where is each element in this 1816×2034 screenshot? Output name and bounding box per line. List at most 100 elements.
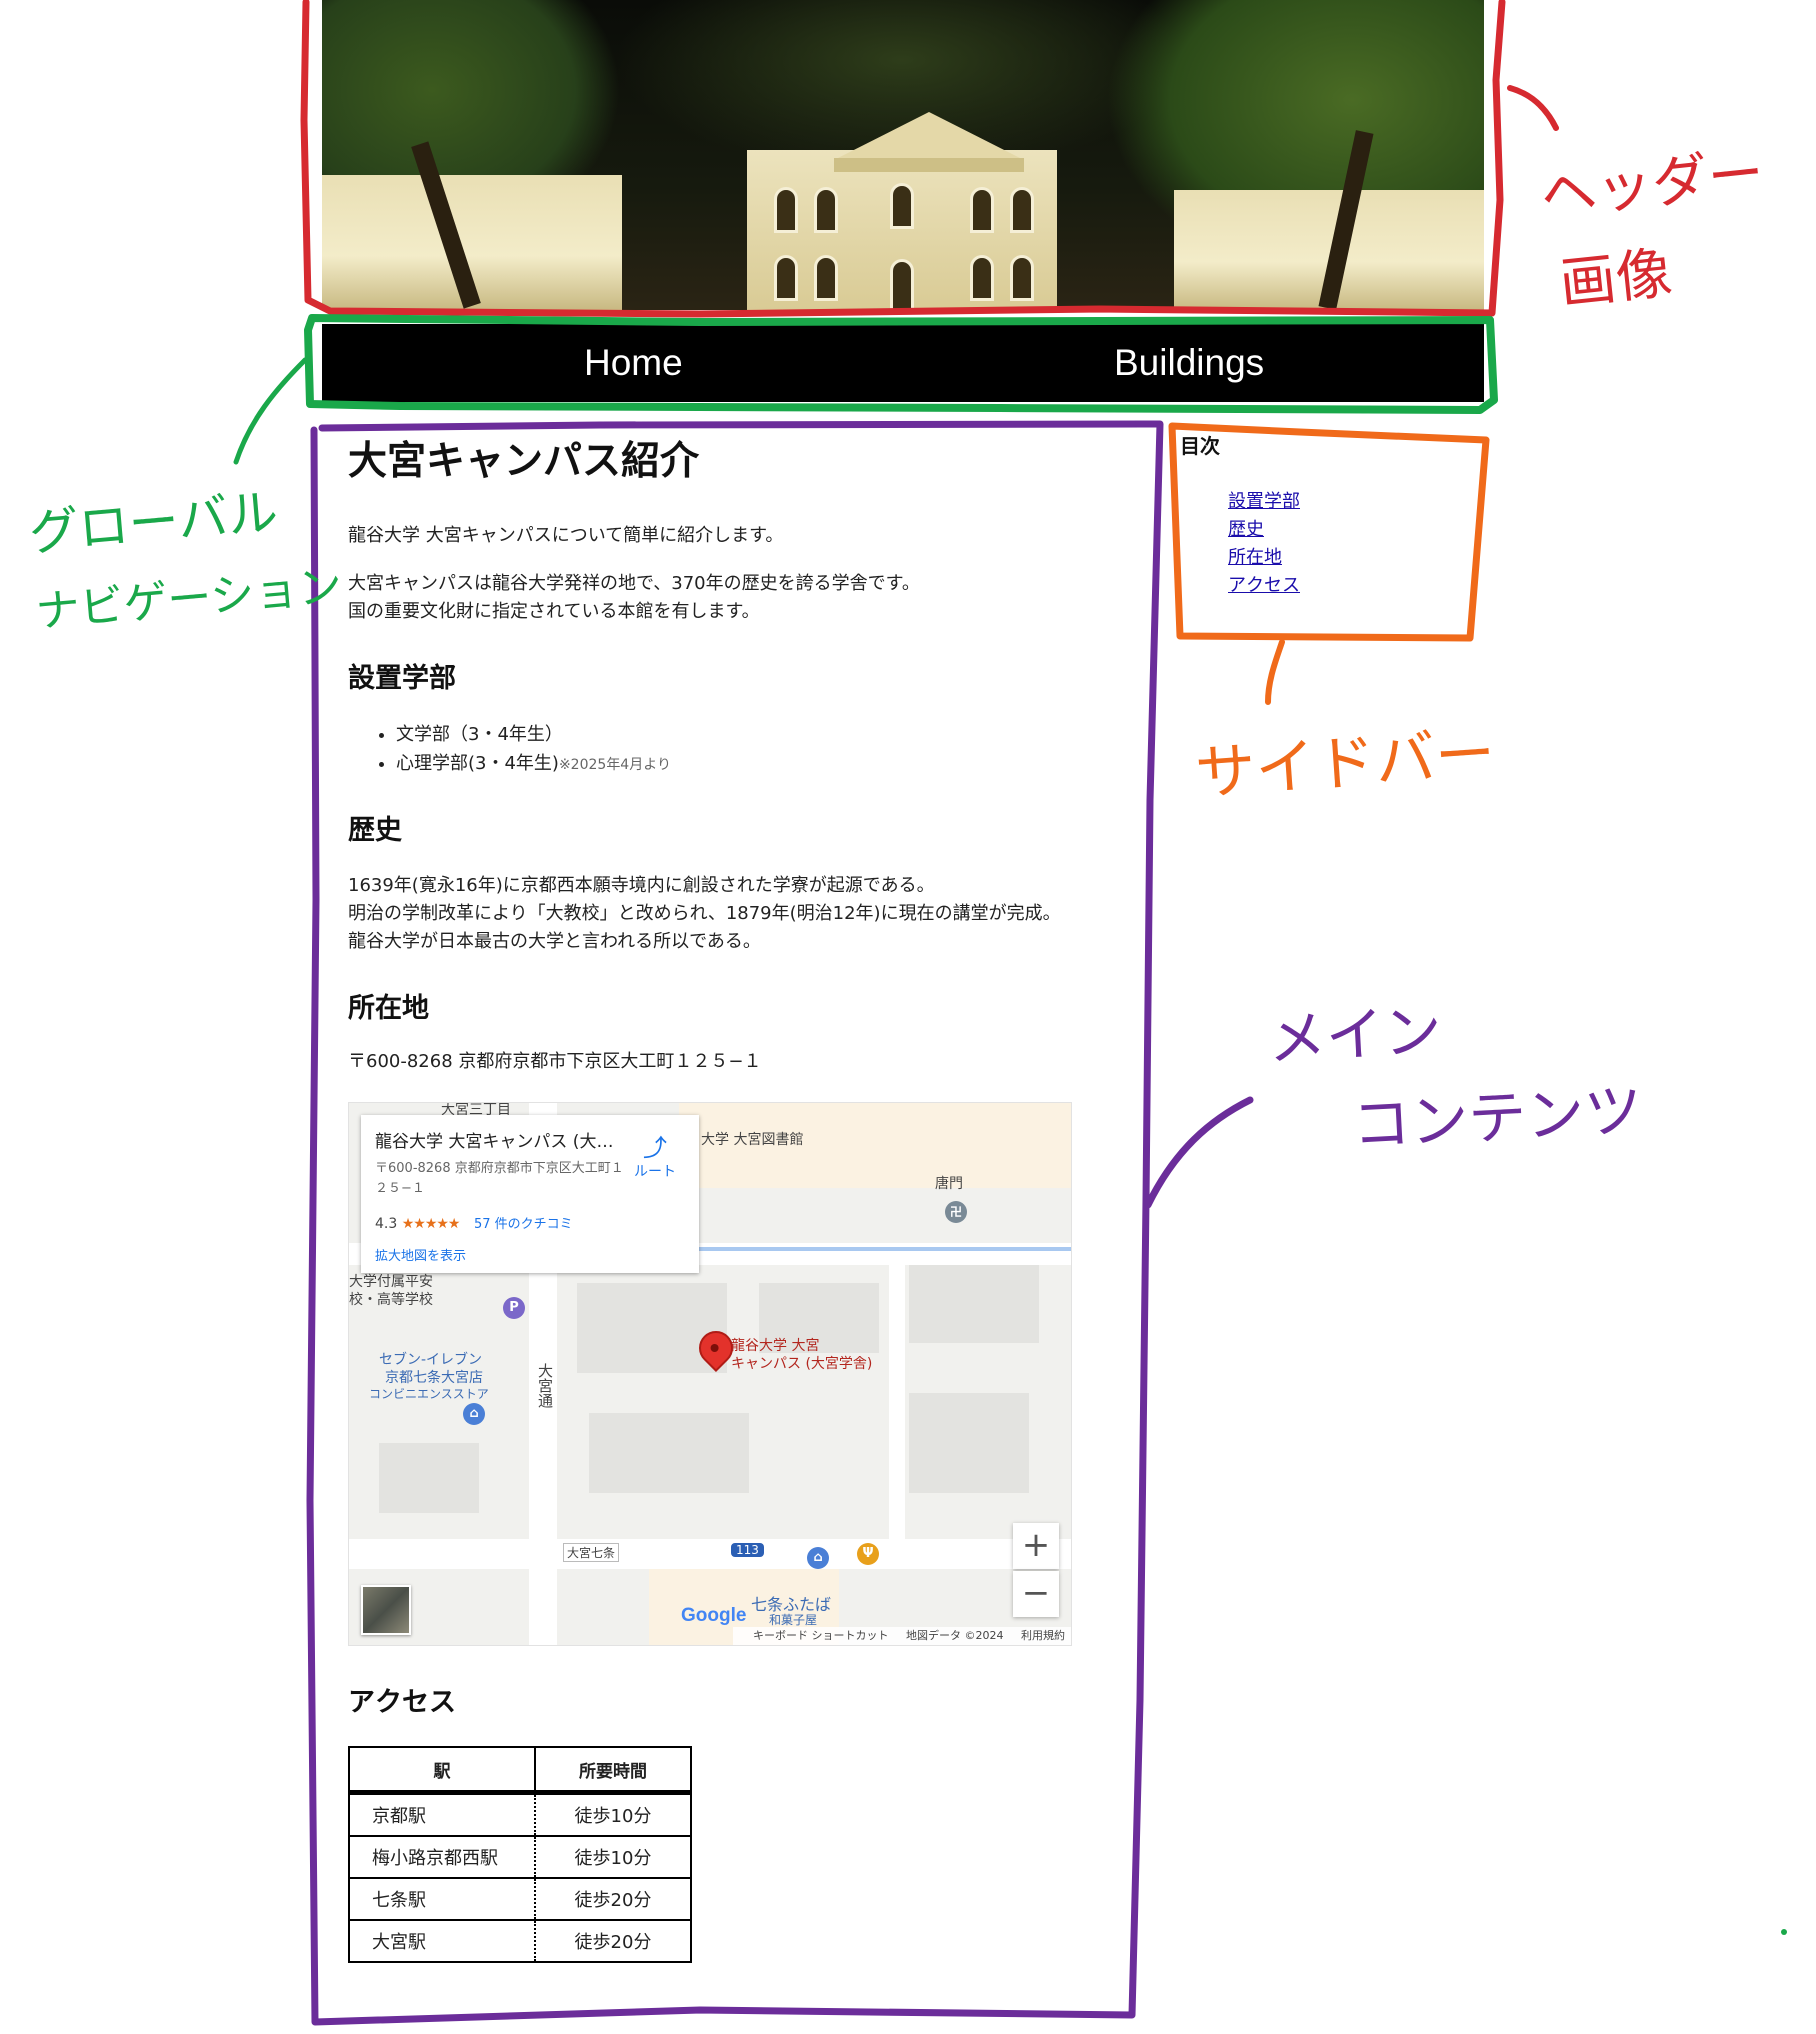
toc-link-access[interactable]: アクセス [1228,575,1300,596]
shop-icon[interactable]: ⌂ [807,1547,829,1569]
faculties-heading: 設置学部 [348,663,456,694]
store-icon[interactable]: ⌂ [463,1403,485,1425]
station-cell: 大宮駅 [349,1919,536,1962]
map-road-shichijo [349,1539,1071,1569]
google-logo: Google [681,1605,747,1626]
map-card-address: 〒600-8268 京都府京都市下京区大工町１２５−１ [375,1161,624,1196]
nav-home-link[interactable]: Home [584,324,683,402]
map-label: 大宮七条 [563,1543,620,1562]
faculty-note: ※2025年4月より [558,757,671,773]
view-larger-map-link[interactable]: 拡大地図を表示 [375,1245,466,1264]
zoom-in-button[interactable]: + [1013,1523,1059,1569]
sidebar-annotation-label: サイドバー [1193,718,1498,810]
building-window [817,190,835,230]
map-data-text: 地図データ ©2024 [906,1629,1004,1642]
column-header: 所要時間 [534,1746,692,1795]
restaurant-icon[interactable]: Ψ [857,1543,879,1565]
building-window [973,258,991,298]
building-window [777,190,795,230]
table-row: 大宮駅 徒歩20分 [349,1919,691,1962]
table-header-row: 駅 所要時間 [348,1746,692,1795]
faculty-item: 文学部（3・4年生） [396,720,671,749]
time-cell: 徒歩10分 [535,1791,691,1836]
toc-title: 目次 [1180,434,1220,458]
access-heading: アクセス [348,1687,456,1718]
map-label: 大学付属平安 [349,1274,433,1290]
time-cell: 徒歩10分 [535,1835,691,1878]
building-window [1013,190,1031,230]
building-window [1013,258,1031,298]
directions-icon: ⤴ [643,1134,667,1162]
main-annotation-label: メイン コンテンツ [1266,975,1645,1174]
rating-value: 4.3 [375,1216,398,1232]
map-card-title: 龍谷大学 大宮キャンパス (大… [375,1132,614,1152]
history-line-3: 龍谷大学が日本最古の大学と言われる所以である。 [348,931,761,952]
map-pin-label: キャンパス (大宮学舎) [731,1356,873,1372]
toc-item: アクセス [1228,572,1300,600]
keyboard-shortcuts-link[interactable]: キーボード ショートカット [753,1629,889,1642]
google-map[interactable]: 大宮三丁目 大学 大宮図書館 唐門 大学付属平安 校・高等学校 セブン-イレブン… [348,1102,1072,1646]
building-window [777,258,795,298]
map-label: 和菓子屋 [769,1613,818,1627]
time-cell: 徒歩20分 [535,1919,691,1962]
faculty-item: 心理学部(3・4年生)※2025年4月より [396,749,671,780]
location-heading: 所在地 [348,993,429,1024]
gnav-annotation-label: グローバル ナビゲーション [26,467,346,653]
temple-icon[interactable]: 卍 [945,1201,967,1223]
map-label: 京都七条大宮店 [385,1370,483,1386]
map-road [889,1243,905,1543]
header-annotation-leader [1507,85,1559,131]
building-pediment [834,112,1024,160]
map-footer: キーボード ショートカット 地図データ ©2024 利用規約 [733,1627,1071,1645]
map-block [379,1443,479,1513]
description-line-2: 国の重要文化財に指定されている本館を有します。 [348,601,760,622]
toc-link-history[interactable]: 歴史 [1228,519,1264,540]
directions-button[interactable]: ⤴ ルート [625,1135,685,1181]
satellite-toggle[interactable] [361,1585,411,1635]
stray-dot [1781,1929,1787,1935]
map-label: 大宮通 [536,1363,554,1408]
map-block [909,1393,1029,1493]
map-block [909,1263,1039,1343]
toc-link-location[interactable]: 所在地 [1228,547,1282,568]
toc-link-faculties[interactable]: 設置学部 [1228,491,1300,512]
map-label: 校・高等学校 [349,1292,433,1308]
global-navigation: Home Buildings [322,324,1484,402]
building-door [893,262,911,310]
toc-list: 設置学部 歴史 所在地 アクセス [1228,488,1300,600]
map-card-rating: 4.3 ★★★★★ 57 件のクチコミ [375,1213,573,1232]
access-table: 駅 所要時間 京都駅 徒歩10分 梅小路京都西駅 徒歩10分 七条駅 徒歩20分… [348,1746,692,1963]
column-header: 駅 [348,1746,536,1795]
map-info-card: 龍谷大学 大宮キャンパス (大… 〒600-8268 京都府京都市下京区大工町１… [361,1115,699,1273]
gnav-annotation-leader [233,357,308,465]
map-waterway [699,1247,1071,1251]
toc-item: 設置学部 [1228,488,1300,516]
time-cell: 徒歩20分 [535,1877,691,1920]
map-label: 大学 大宮図書館 [701,1132,804,1148]
parking-icon[interactable]: P [503,1297,525,1319]
history-line-2: 明治の学制改革により「大教校」と改められ、1879年(明治12年)に現在の講堂が… [348,903,1061,924]
building-cornice [834,158,1024,172]
map-label: セブン-イレブン [379,1352,483,1368]
building-window [817,258,835,298]
station-cell: 七条駅 [349,1877,536,1920]
terms-link[interactable]: 利用規約 [1021,1629,1065,1642]
directions-label: ルート [634,1164,676,1180]
nav-buildings-link[interactable]: Buildings [1114,324,1264,402]
description-line-1: 大宮キャンパスは龍谷大学発祥の地で、370年の歴史を誇る学舎です。 [348,573,920,594]
main-annotation-leader [1144,1096,1254,1209]
intro-text: 龍谷大学 大宮キャンパスについて簡単に紹介します。 [348,525,784,546]
reviews-link[interactable]: 57 件のクチコミ [474,1217,573,1232]
table-row: 京都駅 徒歩10分 [349,1791,691,1836]
history-heading: 歴史 [348,815,402,846]
map-label: 唐門 [935,1176,963,1192]
star-icon: ★★★★★ [401,1216,461,1232]
faculty-label: 文学部（3・4年生） [396,724,563,745]
page-title: 大宮キャンパス紹介 [348,439,700,484]
zoom-out-button[interactable]: − [1013,1571,1059,1617]
table-row: 梅小路京都西駅 徒歩10分 [349,1835,691,1878]
faculties-list: 文学部（3・4年生） 心理学部(3・4年生)※2025年4月より [348,720,671,780]
faculty-label: 心理学部(3・4年生) [396,753,559,774]
table-row: 七条駅 徒歩20分 [349,1877,691,1920]
header-image [322,0,1484,310]
